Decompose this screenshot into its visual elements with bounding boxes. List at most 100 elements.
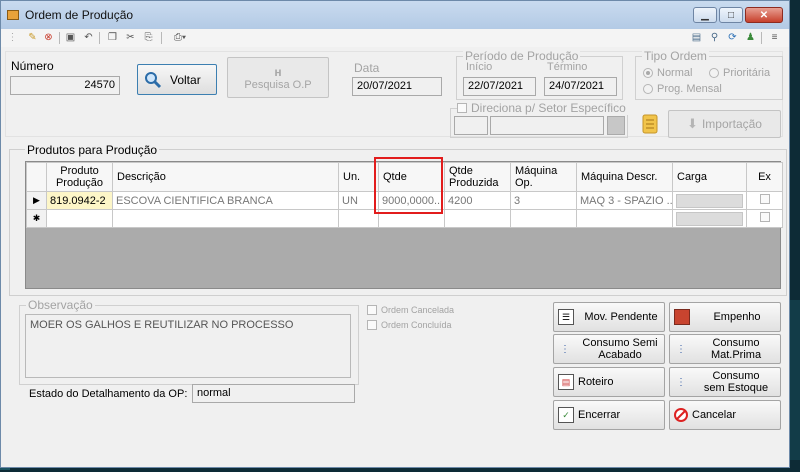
ex-checkbox[interactable] [759,194,770,204]
col-un[interactable]: Un. [338,162,379,192]
numero-label: Número [11,59,54,73]
toolbar: ⋮ ✎ ⊗ ▣ ↶ ❐ ✂ ⎘ ⎙▾ ▤ ⚲ ⟳ ♟ ≡ [1,29,789,47]
row-selector-icon[interactable]: ▶ [26,191,47,210]
direciona-checkbox[interactable]: Direciona p/ Setor Específico [457,101,628,115]
radio-dot [709,68,719,78]
consumo-sem-estoque-button[interactable]: ⋮ Consumo sem Estoque [669,367,781,397]
minimize-button[interactable]: ▁ [693,7,717,23]
cell-empty[interactable] [338,209,379,228]
direciona-label: Direciona p/ Setor Específico [471,101,626,115]
numbered-list-icon: ⋮ [676,376,686,388]
toolbar-separator [59,32,60,44]
consumo-semi-label: Consumo Semi Acabado [576,337,664,361]
data-label: Data [354,61,380,75]
copy-icon[interactable]: ❐ [107,32,118,43]
cancelar-label: Cancelar [692,409,737,421]
col-qtde-produzida[interactable]: Qtde Produzida [444,162,511,192]
setor-desc-field[interactable] [490,116,604,135]
numero-field[interactable]: 24570 [10,76,120,95]
estado-field[interactable]: normal [192,384,355,403]
cancel-icon[interactable]: ⊗ [43,32,54,43]
setor-lookup-button[interactable] [607,116,625,135]
new-row-icon: ✱ [26,209,47,228]
cell-produto[interactable]: 819.0942-2 [46,191,113,210]
mov-pendente-label: Mov. Pendente [584,311,658,323]
col-descricao[interactable]: Descrição [112,162,339,192]
cell-qtde-produzida[interactable]: 4200 [444,191,511,210]
maximize-button[interactable]: □ [719,7,743,23]
radio-prioritaria[interactable]: Prioritária [709,67,770,79]
mov-pendente-button[interactable]: ☰ Mov. Pendente [553,302,665,332]
voltar-button[interactable]: Voltar [137,64,217,95]
pesquisa-op-label: Pesquisa O.P [244,78,312,91]
radio-normal[interactable]: Normal [643,67,692,79]
produtos-title: Produtos para Produção [25,143,160,157]
importacao-button[interactable]: ⬇ Importação [668,110,781,138]
toolbar-separator [161,32,162,44]
setor-code-field[interactable] [454,116,488,135]
inicio-label: Início [466,61,493,73]
cell-empty[interactable] [576,209,673,228]
empenho-label: Empenho [713,311,761,323]
inicio-field[interactable]: 22/07/2021 [463,77,536,96]
ex-checkbox[interactable] [759,212,770,222]
cell-carga[interactable] [672,209,747,228]
empenho-button[interactable]: Empenho [669,302,781,332]
carga-box [676,211,743,226]
data-field[interactable]: 20/07/2021 [352,77,442,96]
document-icon: ▤ [558,374,574,390]
col-maquina-descr[interactable]: Máquina Descr. [576,162,673,192]
cell-empty[interactable] [444,209,511,228]
numbered-list-icon: ⋮ [560,343,570,355]
search-icon[interactable]: ⚲ [709,32,720,43]
roteiro-button[interactable]: ▤ Roteiro [553,367,665,397]
ordem-cancelada-checkbox[interactable]: Ordem Cancelada [367,305,454,315]
print-dropdown-icon[interactable]: ⎙▾ [169,32,191,43]
encerrar-button[interactable]: ✓ Encerrar [553,400,665,430]
pesquisa-op-button[interactable]: ʜ Pesquisa O.P [227,57,329,98]
col-carga[interactable]: Carga [672,162,747,192]
cell-maquina-op[interactable]: 3 [510,191,577,210]
col-produto[interactable]: Produto Produção [46,162,113,192]
col-ex[interactable]: Ex [746,162,783,192]
cell-ex[interactable] [746,191,783,210]
refresh-icon[interactable]: ⟳ [727,32,738,43]
observacao-textarea[interactable]: MOER OS GALHOS E REUTILIZAR NO PROCESSO [25,314,351,378]
concluida-label: Ordem Concluída [381,320,452,330]
qtde-highlight-box [374,157,443,214]
ordem-concluida-checkbox[interactable]: Ordem Concluída [367,320,452,330]
undo-icon[interactable]: ↶ [83,32,94,43]
close-document-icon: ✓ [558,407,574,423]
tipo-ordem-title: Tipo Ordem [642,49,709,63]
termino-field[interactable]: 24/07/2021 [544,77,617,96]
col-maquina-op[interactable]: Máquina Op. [510,162,577,192]
menu-icon[interactable]: ≡ [769,32,780,43]
user-icon[interactable]: ♟ [745,32,756,43]
toolbar-separator [761,32,762,44]
cell-carga[interactable] [672,191,747,210]
cell-ex[interactable] [746,209,783,228]
cancelar-button[interactable]: Cancelar [669,400,781,430]
cell-empty[interactable] [112,209,339,228]
save-icon[interactable]: ▣ [65,32,76,43]
consumo-mat-prima-button[interactable]: ⋮ Consumo Mat.Prima [669,334,781,364]
edit-icon[interactable]: ✎ [27,32,38,43]
termino-label: Término [547,61,588,73]
consumo-semi-button[interactable]: ⋮ Consumo Semi Acabado [553,334,665,364]
cell-descricao[interactable]: ESCOVA CIENTIFICA BRANCA [112,191,339,210]
close-button[interactable]: ✕ [745,7,783,23]
layout-icon[interactable]: ▤ [691,32,702,43]
consumo-sem-line1: Consumo [712,370,760,382]
scroll-icon[interactable] [637,111,663,137]
radio-prog-mensal[interactable]: Prog. Mensal [643,83,722,95]
numbered-list-icon: ⋮ [676,343,686,355]
cell-maquina-descr[interactable]: MAQ 3 - SPAZIO ... [576,191,673,210]
voltar-label: Voltar [170,72,201,87]
paste-icon[interactable]: ⎘ [143,32,154,43]
toolbar-separator [99,32,100,44]
cut-icon[interactable]: ✂ [125,32,136,43]
cell-un[interactable]: UN [338,191,379,210]
row-header-corner [26,162,47,192]
cell-empty[interactable] [510,209,577,228]
cell-empty[interactable] [46,209,113,228]
